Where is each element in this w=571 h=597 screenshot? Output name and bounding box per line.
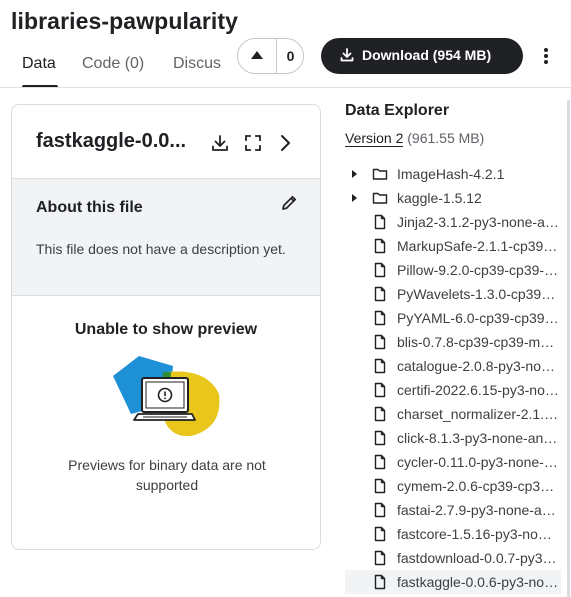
file-icon [372, 454, 388, 475]
tab-discussion[interactable]: Discus [173, 55, 221, 73]
version-size: (961.55 MB) [407, 130, 485, 146]
tree-item-label: click-8.1.3-py3-none-any.whl [397, 430, 559, 446]
file-icon [372, 526, 388, 547]
tree-file-row[interactable]: PyYAML-6.0-cp39-cp39-manylinux.whl [345, 306, 561, 330]
tree-item-label: fastcore-1.5.16-py3-none-any.whl [397, 526, 559, 542]
version-line: Version 2 (961.55 MB) [345, 130, 485, 147]
tree-file-row[interactable]: catalogue-2.0.8-py3-none-any.whl [345, 354, 561, 378]
folder-icon [372, 190, 388, 211]
tab-data[interactable]: Data [22, 55, 56, 73]
about-description: This file does not have a description ye… [36, 241, 286, 257]
download-icon[interactable] [210, 133, 230, 153]
tree-folder-row[interactable]: ImageHash-4.2.1 [345, 162, 561, 186]
tree-item-label: fastdownload-0.0.7-py3-none-any.whl [397, 550, 559, 566]
file-icon [372, 406, 388, 427]
file-icon [372, 238, 388, 259]
tree-file-row[interactable]: click-8.1.3-py3-none-any.whl [345, 426, 561, 450]
chevron-right-icon[interactable] [275, 133, 295, 153]
caret-right-icon[interactable] [352, 194, 357, 202]
tree-file-row[interactable]: MarkupSafe-2.1.1-cp39-cp39-manylinux.whl [345, 234, 561, 258]
tree-file-row[interactable]: fastkaggle-0.0.6-py3-none-any.whl [345, 570, 561, 594]
download-icon [340, 48, 354, 62]
tree-item-label: certifi-2022.6.15-py3-none-any.whl [397, 382, 559, 398]
tree-item-label: PyYAML-6.0-cp39-cp39-manylinux.whl [397, 310, 559, 326]
page-title: libraries-pawpularity [11, 8, 239, 34]
tree-item-label: charset_normalizer-2.1.0-py3-none-any.wh… [397, 406, 559, 422]
scrollbar[interactable] [567, 100, 570, 597]
tree-file-row[interactable]: PyWavelets-1.3.0-cp39-cp39-manylinux.whl [345, 282, 561, 306]
version-link[interactable]: Version 2 [345, 130, 404, 147]
file-icon [372, 286, 388, 307]
folder-icon [372, 166, 388, 187]
laptop-illustration [113, 356, 220, 437]
tree-item-label: Jinja2-3.1.2-py3-none-any.whl [397, 214, 559, 230]
file-name: fastkaggle-0.0... [36, 130, 187, 152]
tree-item-label: ImageHash-4.2.1 [397, 166, 505, 182]
file-icon [372, 358, 388, 379]
file-detail-panel: fastkaggle-0.0... About this file This f… [11, 104, 321, 550]
vote-count: 0 [286, 48, 295, 64]
tree-file-row[interactable]: Pillow-9.2.0-cp39-cp39-manylinux.whl [345, 258, 561, 282]
file-icon [372, 334, 388, 355]
preview-section: Unable to show preview Previews for bina… [12, 296, 320, 549]
caret-right-icon[interactable] [352, 170, 357, 178]
file-tree: ImageHash-4.2.1 kaggle-1.5.12 Jinja2-3.1.2… [345, 162, 561, 594]
tree-folder-row[interactable]: kaggle-1.5.12 [345, 186, 561, 210]
file-header: fastkaggle-0.0... [12, 105, 320, 179]
file-icon [372, 382, 388, 403]
file-icon [372, 262, 388, 283]
tree-item-label: blis-0.7.8-cp39-cp39-manylinux.whl [397, 334, 559, 350]
tree-item-label: kaggle-1.5.12 [397, 190, 482, 206]
file-icon [372, 310, 388, 331]
tree-file-row[interactable]: certifi-2022.6.15-py3-none-any.whl [345, 378, 561, 402]
tree-file-row[interactable]: charset_normalizer-2.1.0-py3-none-any.wh… [345, 402, 561, 426]
tree-file-row[interactable]: blis-0.7.8-cp39-cp39-manylinux.whl [345, 330, 561, 354]
tree-item-label: cymem-2.0.6-cp39-cp39-manylinux.whl [397, 478, 559, 494]
preview-heading: Unable to show preview [74, 321, 258, 338]
upvote-button[interactable]: 0 [237, 38, 304, 74]
tree-item-label: cycler-0.11.0-py3-none-any.whl [397, 454, 559, 470]
tree-file-row[interactable]: cycler-0.11.0-py3-none-any.whl [345, 450, 561, 474]
file-icon [372, 502, 388, 523]
tree-item-label: Pillow-9.2.0-cp39-cp39-manylinux.whl [397, 262, 559, 278]
file-icon [372, 478, 388, 499]
tree-item-label: MarkupSafe-2.1.1-cp39-cp39-manylinux.whl [397, 238, 559, 254]
more-vert-icon[interactable] [538, 44, 556, 68]
tree-file-row[interactable]: cymem-2.0.6-cp39-cp39-manylinux.whl [345, 474, 561, 498]
fullscreen-icon[interactable] [243, 133, 263, 153]
explorer-heading: Data Explorer [345, 102, 450, 119]
tree-file-row[interactable]: fastai-2.7.9-py3-none-any.whl [345, 498, 561, 522]
download-button[interactable]: Download (954 MB) [321, 38, 523, 74]
tree-item-label: catalogue-2.0.8-py3-none-any.whl [397, 358, 559, 374]
file-icon [372, 430, 388, 451]
file-icon [372, 214, 388, 235]
tree-file-row[interactable]: fastdownload-0.0.7-py3-none-any.whl [345, 546, 561, 570]
about-file-section: About this file This file does not have … [12, 179, 320, 296]
tab-code[interactable]: Code (0) [82, 55, 144, 73]
tree-file-row[interactable]: fastcore-1.5.16-py3-none-any.whl [345, 522, 561, 546]
preview-note: Previews for binary data are not support… [68, 457, 266, 493]
tree-item-label: fastkaggle-0.0.6-py3-none-any.whl [397, 574, 559, 590]
tree-file-row[interactable]: Jinja2-3.1.2-py3-none-any.whl [345, 210, 561, 234]
pencil-icon[interactable] [279, 193, 299, 213]
download-label: Download (954 MB) [362, 47, 492, 63]
tree-item-label: fastai-2.7.9-py3-none-any.whl [397, 502, 559, 518]
upvote-icon [251, 51, 263, 59]
tab-divider [0, 87, 571, 88]
file-icon [372, 574, 388, 595]
file-icon [372, 550, 388, 571]
tree-item-label: PyWavelets-1.3.0-cp39-cp39-manylinux.whl [397, 286, 559, 302]
about-heading: About this file [36, 199, 143, 216]
